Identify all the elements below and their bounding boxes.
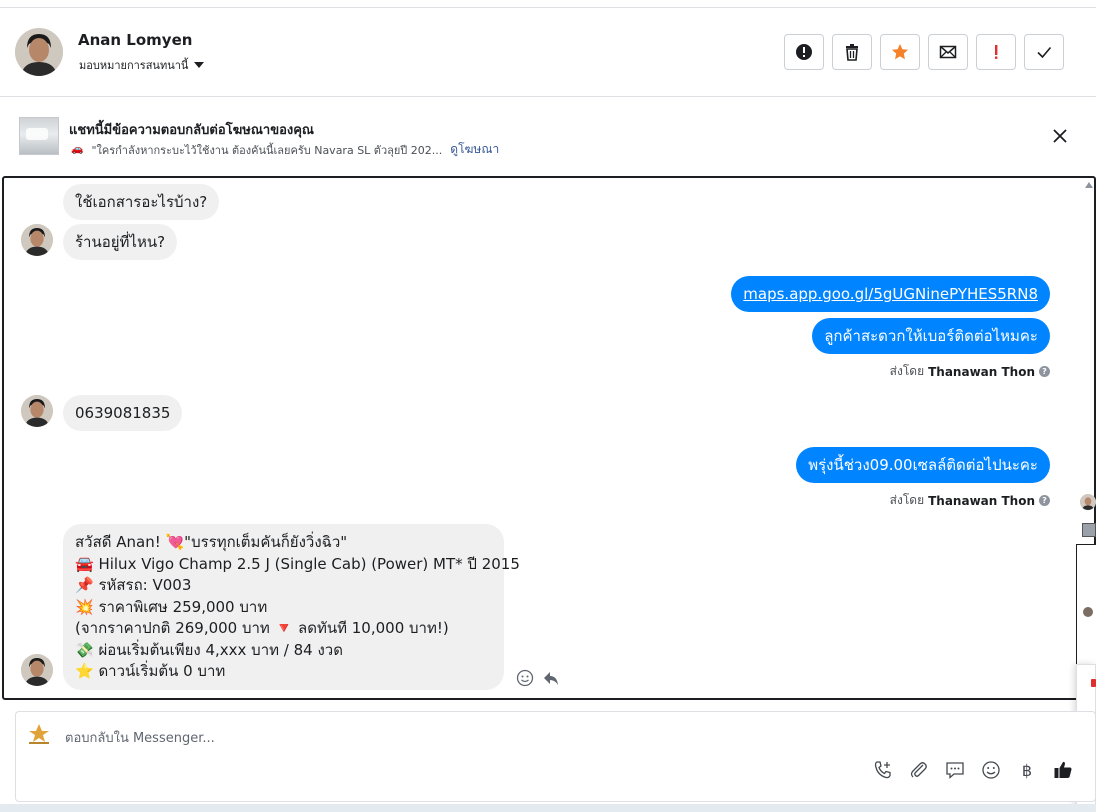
promo-line: ⭐ ดาวน์เริ่มต้น 0 บาท (75, 662, 226, 680)
promo-line: สวัสดี Anan! 💘"บรรทุกเต็มคันก็ยังวิ่งฉิว… (75, 533, 348, 551)
edge-thumbnail[interactable] (1082, 523, 1096, 537)
message-text: ลูกค้าสะดวกให้เบอร์ติดต่อไหมคะ (824, 327, 1038, 345)
exclamation-icon (995, 45, 998, 59)
reply-composer[interactable]: ตอบกลับใน Messenger... ฿ (15, 711, 1096, 802)
outgoing-message: maps.app.goo.gl/5gUGNinePYHES5RN8 (731, 276, 1050, 312)
contact-avatar[interactable] (15, 28, 63, 76)
ad-reply-banner: แชทนี้มีข้อความตอบกลับต่อโฆษณาของคุณ 🚗 "… (0, 98, 1096, 176)
header-actions (784, 34, 1064, 70)
ad-snippet-row: 🚗 "ใครกำลังหากระบะไว้ใช้งาน ต้องคันนี้เล… (71, 140, 499, 159)
thumbs-up-icon (1054, 761, 1072, 778)
trash-icon (846, 44, 858, 61)
help-icon[interactable]: ? (1039, 366, 1050, 377)
page-logo-icon (29, 724, 49, 744)
chat-bubble-icon (946, 762, 964, 779)
message-text: พรุ่งนี้ช่วง09.00เซลล์ติดต่อไปนะคะ (808, 456, 1038, 474)
promo-line: 📌 รหัสรถ: V003 (75, 576, 192, 594)
paperclip-icon (910, 762, 927, 778)
sender-name: Thanawan Thon (928, 364, 1035, 379)
view-ad-link[interactable]: ดูโฆษณา (450, 140, 499, 159)
contact-name[interactable]: Anan Lomyen (78, 31, 192, 49)
info-button[interactable] (784, 34, 824, 70)
sent-by-label: ส่งโดย Thanawan Thon ? (890, 362, 1050, 381)
reply-input[interactable]: ตอบกลับใน Messenger... (65, 727, 215, 748)
emoji-button[interactable] (980, 759, 1002, 781)
close-icon[interactable] (1050, 126, 1070, 146)
contact-avatar-small (21, 654, 53, 686)
payment-button[interactable]: ฿ (1016, 759, 1038, 781)
ad-banner-title: แชทนี้มีข้อความตอบกลับต่อโฆษณาของคุณ (69, 123, 314, 138)
promo-line: 💸 ผ่อนเริ่มต้นเพียง 4,xxx บาท / 84 งวด (75, 640, 343, 659)
message-text: ใช้เอกสารอะไรบ้าง? (75, 193, 208, 211)
sender-name: Thanawan Thon (928, 493, 1035, 508)
ad-snippet: "ใครกำลังหากระบะไว้ใช้งาน ต้องคันนี้เลยค… (91, 143, 443, 157)
outgoing-message: พรุ่งนี้ช่วง09.00เซลล์ติดต่อไปนะคะ (796, 447, 1050, 483)
phone-plus-icon (874, 761, 891, 779)
mark-unread-button[interactable] (928, 34, 968, 70)
delete-button[interactable] (832, 34, 872, 70)
mini-avatar (1083, 607, 1093, 617)
scroll-up-arrow-icon[interactable] (1085, 182, 1093, 188)
check-icon (1037, 46, 1052, 59)
saved-replies-button[interactable] (944, 759, 966, 781)
promo-line: 💥 ราคาพิเศษ 259,000 บาท (75, 597, 268, 616)
promo-message: สวัสดี Anan! 💘"บรรทุกเต็มคันก็ยังวิ่งฉิว… (63, 524, 520, 690)
top-divider (0, 0, 1096, 8)
info-icon (796, 44, 812, 60)
message-actions (516, 669, 560, 687)
attach-button[interactable] (908, 759, 930, 781)
ad-thumbnail[interactable] (19, 117, 59, 155)
mark-done-button[interactable] (1024, 34, 1064, 70)
sent-by-prefix: ส่งโดย (889, 364, 925, 378)
contact-avatar-small (21, 395, 53, 427)
car-icon: 🚗 (71, 144, 84, 155)
incoming-message: ร้านอยู่ที่ไหน? (63, 224, 178, 260)
help-icon[interactable]: ? (1039, 495, 1050, 506)
conversation-header: Anan Lomyen มอบหมายการสนทนานี้ (0, 8, 1096, 97)
react-emoji-icon[interactable] (516, 669, 534, 687)
call-button[interactable] (872, 759, 894, 781)
reply-icon[interactable] (542, 669, 560, 687)
promo-line: (จากราคาปกติ 269,000 บาท 🔻 ลดทันที 10,00… (75, 619, 449, 637)
maps-link[interactable]: maps.app.goo.gl/5gUGNinePYHES5RN8 (743, 285, 1038, 303)
bottom-strip (0, 804, 1096, 812)
star-icon (892, 44, 908, 60)
mark-spam-button[interactable] (976, 34, 1016, 70)
assign-conversation-dropdown[interactable]: มอบหมายการสนทนานี้ (79, 56, 205, 74)
contact-avatar-small (21, 224, 53, 256)
message-text: ร้านอยู่ที่ไหน? (75, 233, 166, 251)
assign-label: มอบหมายการสนทนานี้ (79, 59, 189, 72)
sent-by-label: ส่งโดย Thanawan Thon ? (890, 491, 1050, 510)
composer-tools: ฿ (872, 759, 1074, 781)
edge-avatar[interactable] (1080, 494, 1096, 510)
mail-icon (939, 45, 957, 59)
outgoing-message: ลูกค้าสะดวกให้เบอร์ติดต่อไหมคะ (812, 318, 1050, 354)
promo-line: 🚘 Hilux Vigo Champ 2.5 J (Single Cab) (P… (75, 554, 520, 573)
alert-dot-icon (1091, 679, 1096, 687)
star-button[interactable] (880, 34, 920, 70)
baht-icon: ฿ (1021, 760, 1033, 780)
sent-by-prefix: ส่งโดย (889, 493, 925, 507)
incoming-message: 0639081835 (63, 395, 183, 431)
message-thread[interactable]: ใช้เอกสารอะไรบ้าง? ร้านอยู่ที่ไหน? maps.… (2, 176, 1096, 700)
like-button[interactable] (1052, 759, 1074, 781)
chevron-down-icon (194, 62, 205, 68)
incoming-message: ใช้เอกสารอะไรบ้าง? (63, 184, 220, 220)
message-text: 0639081835 (75, 404, 171, 422)
emoji-icon (982, 761, 1000, 779)
